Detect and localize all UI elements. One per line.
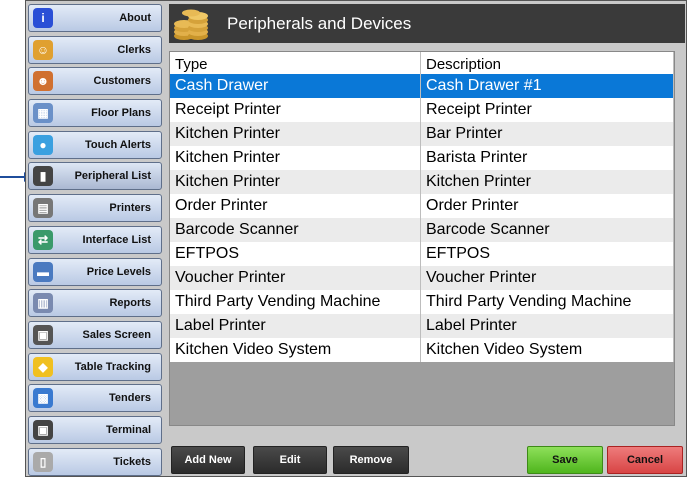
sidebar-item-about[interactable]: i About [28, 4, 162, 32]
terminal-icon: ▣ [33, 419, 53, 440]
sidebar-item-terminal[interactable]: ▣ Terminal [28, 415, 162, 444]
table-row[interactable]: Receipt Printer Receipt Printer [170, 98, 674, 122]
tenders-icon: ▩ [33, 388, 53, 409]
table-row[interactable]: Kitchen Printer Barista Printer [170, 146, 674, 170]
sidebar-item-label: About [119, 12, 151, 24]
sidebar-item-price-levels[interactable]: ▬ Price Levels [28, 257, 162, 286]
sidebar-item-label: Price Levels [86, 265, 151, 278]
table-row[interactable]: Kitchen Video System Kitchen Video System [170, 338, 674, 362]
coins-icon [174, 9, 208, 40]
add-new-button[interactable]: Add New [171, 446, 245, 474]
table-row[interactable]: Order Printer Order Printer [170, 194, 674, 218]
app-window: i About ☺ Clerks ☻ Customers ▦ Floor Plans ● Touc… [25, 0, 687, 477]
cell-description: Third Party Vending Machine [420, 290, 674, 314]
sidebar-item-label: Touch Alerts [84, 138, 151, 151]
cell-type: Barcode Scanner [170, 218, 421, 242]
cell-description: Kitchen Printer [420, 170, 674, 194]
action-bar: Add New Edit Remove Save Cancel [169, 446, 685, 474]
sidebar-item-interface-list[interactable]: ⇄ Interface List [28, 225, 162, 254]
table-header-row: Type Description [170, 52, 674, 74]
sidebar-item-label: Customers [93, 75, 151, 88]
table-row[interactable]: Voucher Printer Voucher Printer [170, 266, 674, 290]
cell-description: Kitchen Video System [420, 338, 674, 362]
cell-type: Receipt Printer [170, 98, 421, 122]
sidebar-item-label: Peripheral List [74, 170, 151, 183]
title-bar: Peripherals and Devices [169, 4, 685, 43]
sidebar-item-label: Tenders [109, 392, 151, 405]
table-row[interactable]: Third Party Vending Machine Third Party V… [170, 290, 674, 314]
column-header-description[interactable]: Description [420, 52, 674, 74]
cell-description: Barcode Scanner [420, 218, 674, 242]
sidebar-item-floor-plans[interactable]: ▦ Floor Plans [28, 99, 162, 128]
sidebar-item-table-tracking[interactable]: ◆ Table Tracking [28, 352, 162, 381]
table-row[interactable]: Kitchen Printer Bar Printer [170, 122, 674, 146]
sidebar-item-tenders[interactable]: ▩ Tenders [28, 384, 162, 413]
cell-type: Label Printer [170, 314, 421, 338]
sidebar-item-label: Clerks [117, 43, 151, 56]
sidebar-item-label: Interface List [82, 233, 151, 246]
cell-type: Kitchen Printer [170, 170, 421, 194]
price-levels-icon: ▬ [33, 261, 53, 282]
sidebar-item-label: Tickets [113, 455, 151, 468]
sidebar-item-label: Sales Screen [82, 328, 152, 341]
info-icon: i [33, 8, 53, 28]
clerks-icon: ☺ [33, 39, 53, 60]
sidebar-item-clerks[interactable]: ☺ Clerks [28, 35, 162, 64]
cell-description: Barista Printer [420, 146, 674, 170]
peripherals-table: Type Description Cash Drawer Cash Drawer … [169, 51, 675, 426]
cell-type: EFTPOS [170, 242, 421, 266]
sidebar-item-label: Floor Plans [91, 107, 151, 120]
touch-alerts-icon: ● [33, 134, 53, 155]
cell-description: Receipt Printer [420, 98, 674, 122]
cell-description: Label Printer [420, 314, 674, 338]
customers-icon: ☻ [33, 71, 53, 92]
sidebar-item-touch-alerts[interactable]: ● Touch Alerts [28, 130, 162, 159]
cancel-button[interactable]: Cancel [607, 446, 683, 474]
cell-type: Kitchen Printer [170, 122, 421, 146]
table-row[interactable]: Label Printer Label Printer [170, 314, 674, 338]
cell-type: Voucher Printer [170, 266, 421, 290]
reports-icon: ▥ [33, 293, 53, 314]
table-row[interactable]: Barcode Scanner Barcode Scanner [170, 218, 674, 242]
barcode-scanner-icon: ▮ [33, 166, 53, 187]
table-row[interactable]: Kitchen Printer Kitchen Printer [170, 170, 674, 194]
table-row[interactable]: Cash Drawer Cash Drawer #1 [170, 74, 674, 98]
cell-type: Cash Drawer [170, 74, 421, 98]
sidebar-item-label: Reports [109, 297, 151, 310]
tickets-icon: ▯ [33, 451, 53, 472]
table-row[interactable]: EFTPOS EFTPOS [170, 242, 674, 266]
sales-screen-icon: ▣ [33, 324, 53, 345]
cell-type: Kitchen Printer [170, 146, 421, 170]
sidebar-item-printers[interactable]: ▤ Printers [28, 194, 162, 223]
printer-icon: ▤ [33, 198, 53, 219]
cell-type: Kitchen Video System [170, 338, 421, 362]
sidebar-item-sales-screen[interactable]: ▣ Sales Screen [28, 320, 162, 349]
floor-plans-icon: ▦ [33, 103, 53, 124]
cell-type: Order Printer [170, 194, 421, 218]
remove-button[interactable]: Remove [333, 446, 409, 474]
cell-description: EFTPOS [420, 242, 674, 266]
column-header-type[interactable]: Type [170, 52, 421, 74]
edit-button[interactable]: Edit [253, 446, 327, 474]
sidebar-item-tickets[interactable]: ▯ Tickets [28, 447, 162, 476]
table-tracking-icon: ◆ [33, 356, 53, 377]
cell-description: Bar Printer [420, 122, 674, 146]
sidebar: i About ☺ Clerks ☻ Customers ▦ Floor Plans ● Touc… [28, 4, 162, 479]
interface-icon: ⇄ [33, 229, 53, 250]
sidebar-item-label: Printers [109, 202, 151, 215]
cell-type: Third Party Vending Machine [170, 290, 421, 314]
main-content: Peripherals and Devices Type Description… [169, 4, 685, 475]
page-title: Peripherals and Devices [227, 14, 412, 33]
sidebar-item-peripheral-list[interactable]: ▮ Peripheral List [28, 162, 162, 191]
save-button[interactable]: Save [527, 446, 603, 474]
cell-description: Order Printer [420, 194, 674, 218]
sidebar-item-reports[interactable]: ▥ Reports [28, 289, 162, 318]
sidebar-item-customers[interactable]: ☻ Customers [28, 67, 162, 96]
cell-description: Cash Drawer #1 [420, 74, 674, 98]
sidebar-item-label: Terminal [105, 423, 151, 436]
cell-description: Voucher Printer [420, 266, 674, 290]
sidebar-item-label: Table Tracking [74, 360, 151, 373]
